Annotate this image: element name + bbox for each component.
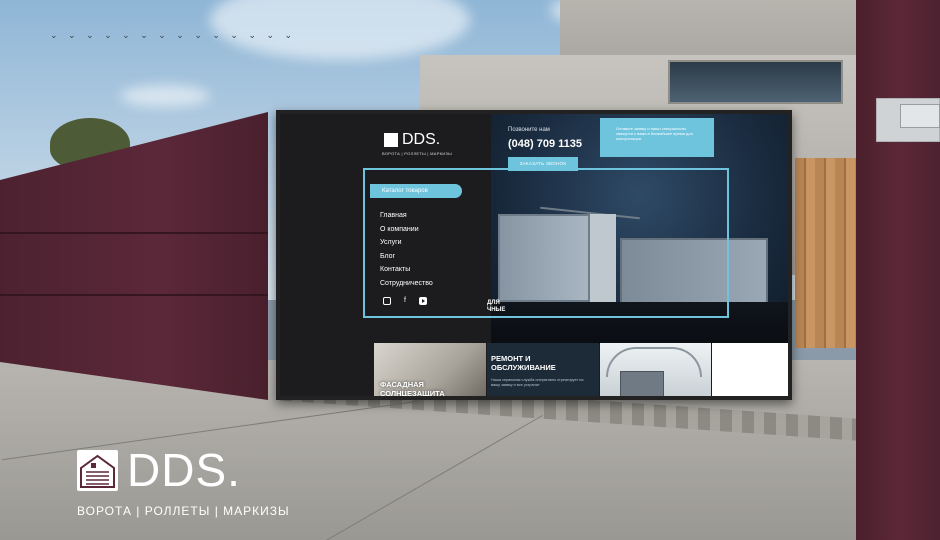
- intercom-slot: [900, 104, 940, 128]
- card-gates[interactable]: [600, 343, 711, 396]
- phone-number[interactable]: (048) 709 1135: [508, 138, 582, 150]
- social-links: f: [383, 297, 427, 305]
- cloud: [120, 85, 210, 107]
- instagram-icon[interactable]: [383, 297, 391, 305]
- facebook-icon[interactable]: f: [401, 297, 409, 305]
- hero-caption-line: ДЛЯ: [487, 300, 500, 306]
- house-window: [668, 60, 843, 104]
- house-gate-logo-icon: [77, 450, 118, 491]
- card-title-line: ФАСАДНАЯ: [380, 380, 424, 389]
- house-logo-icon: [384, 133, 398, 147]
- birds-flock: ⌄ ⌄ ⌄ ⌄ ⌄ ⌄ ⌄ ⌄ ⌄ ⌄ ⌄ ⌄ ⌄ ⌄: [50, 30, 297, 40]
- card-title-line: ОБСЛУЖИВАНИЕ: [491, 363, 556, 372]
- card-blank[interactable]: [712, 343, 788, 396]
- menu-item-contacts[interactable]: Контакты: [380, 263, 433, 277]
- card-title: РЕМОНТ И ОБСЛУЖИВАНИЕ: [491, 354, 556, 372]
- hero-caption: ДЛЯ ЧНЫЕ: [487, 300, 505, 314]
- youtube-icon[interactable]: [419, 297, 427, 305]
- menu-item-services[interactable]: Услуги: [380, 236, 433, 250]
- gate-post: [856, 0, 940, 540]
- card-text: Наша сервисная служба оперативно отреаги…: [491, 378, 584, 387]
- site-logo-tagline: ВОРОТА | РОЛЛЕТЫ | МАРКИЗЫ: [382, 151, 453, 156]
- promo-box: Оставьте заявку и наши специалисты свяжу…: [600, 118, 714, 157]
- menu-item-partnership[interactable]: Сотрудничество: [380, 277, 433, 291]
- website-screen: DDS. ВОРОТА | РОЛЛЕТЫ | МАРКИЗЫ Каталог …: [276, 110, 792, 400]
- site-logo-name: DDS.: [402, 131, 441, 148]
- order-call-button[interactable]: ЗАКАЗАТЬ ЗВОНОК: [508, 157, 578, 171]
- card-repair-service[interactable]: РЕМОНТ И ОБСЛУЖИВАНИЕ Наша сервисная слу…: [487, 343, 599, 396]
- brand-name: DDS.: [127, 444, 241, 496]
- menu-item-blog[interactable]: Блог: [380, 250, 433, 264]
- brand-tagline: ВОРОТА | РОЛЛЕТЫ | МАРКИЗЫ: [77, 504, 290, 518]
- card-title-line: РЕМОНТ И: [491, 354, 531, 363]
- call-label: Позвоните нам: [508, 127, 550, 133]
- catalog-button[interactable]: Каталог товаров: [370, 184, 462, 198]
- card-facade-sun-protection[interactable]: ФАСАДНАЯ СОЛНЦЕЗАЩИТА: [374, 343, 486, 398]
- site-logo[interactable]: DDS. ВОРОТА | РОЛЛЕТЫ | МАРКИЗЫ: [382, 132, 462, 158]
- card-title-line: СОЛНЦЕЗАЩИТА: [380, 389, 445, 398]
- card-gate-image: [620, 371, 664, 396]
- main-menu: Главная О компании Услуги Блог Контакты …: [380, 209, 433, 290]
- card-title: ФАСАДНАЯ СОЛНЦЕЗАЩИТА: [380, 380, 445, 398]
- hero-caption-line: ЧНЫЕ: [487, 307, 506, 313]
- menu-item-about[interactable]: О компании: [380, 223, 433, 237]
- category-cards: ФАСАДНАЯ СОЛНЦЕЗАЩИТА РЕМОНТ И ОБСЛУЖИВА…: [374, 343, 788, 398]
- menu-item-home[interactable]: Главная: [380, 209, 433, 223]
- wood-panel: [795, 158, 857, 348]
